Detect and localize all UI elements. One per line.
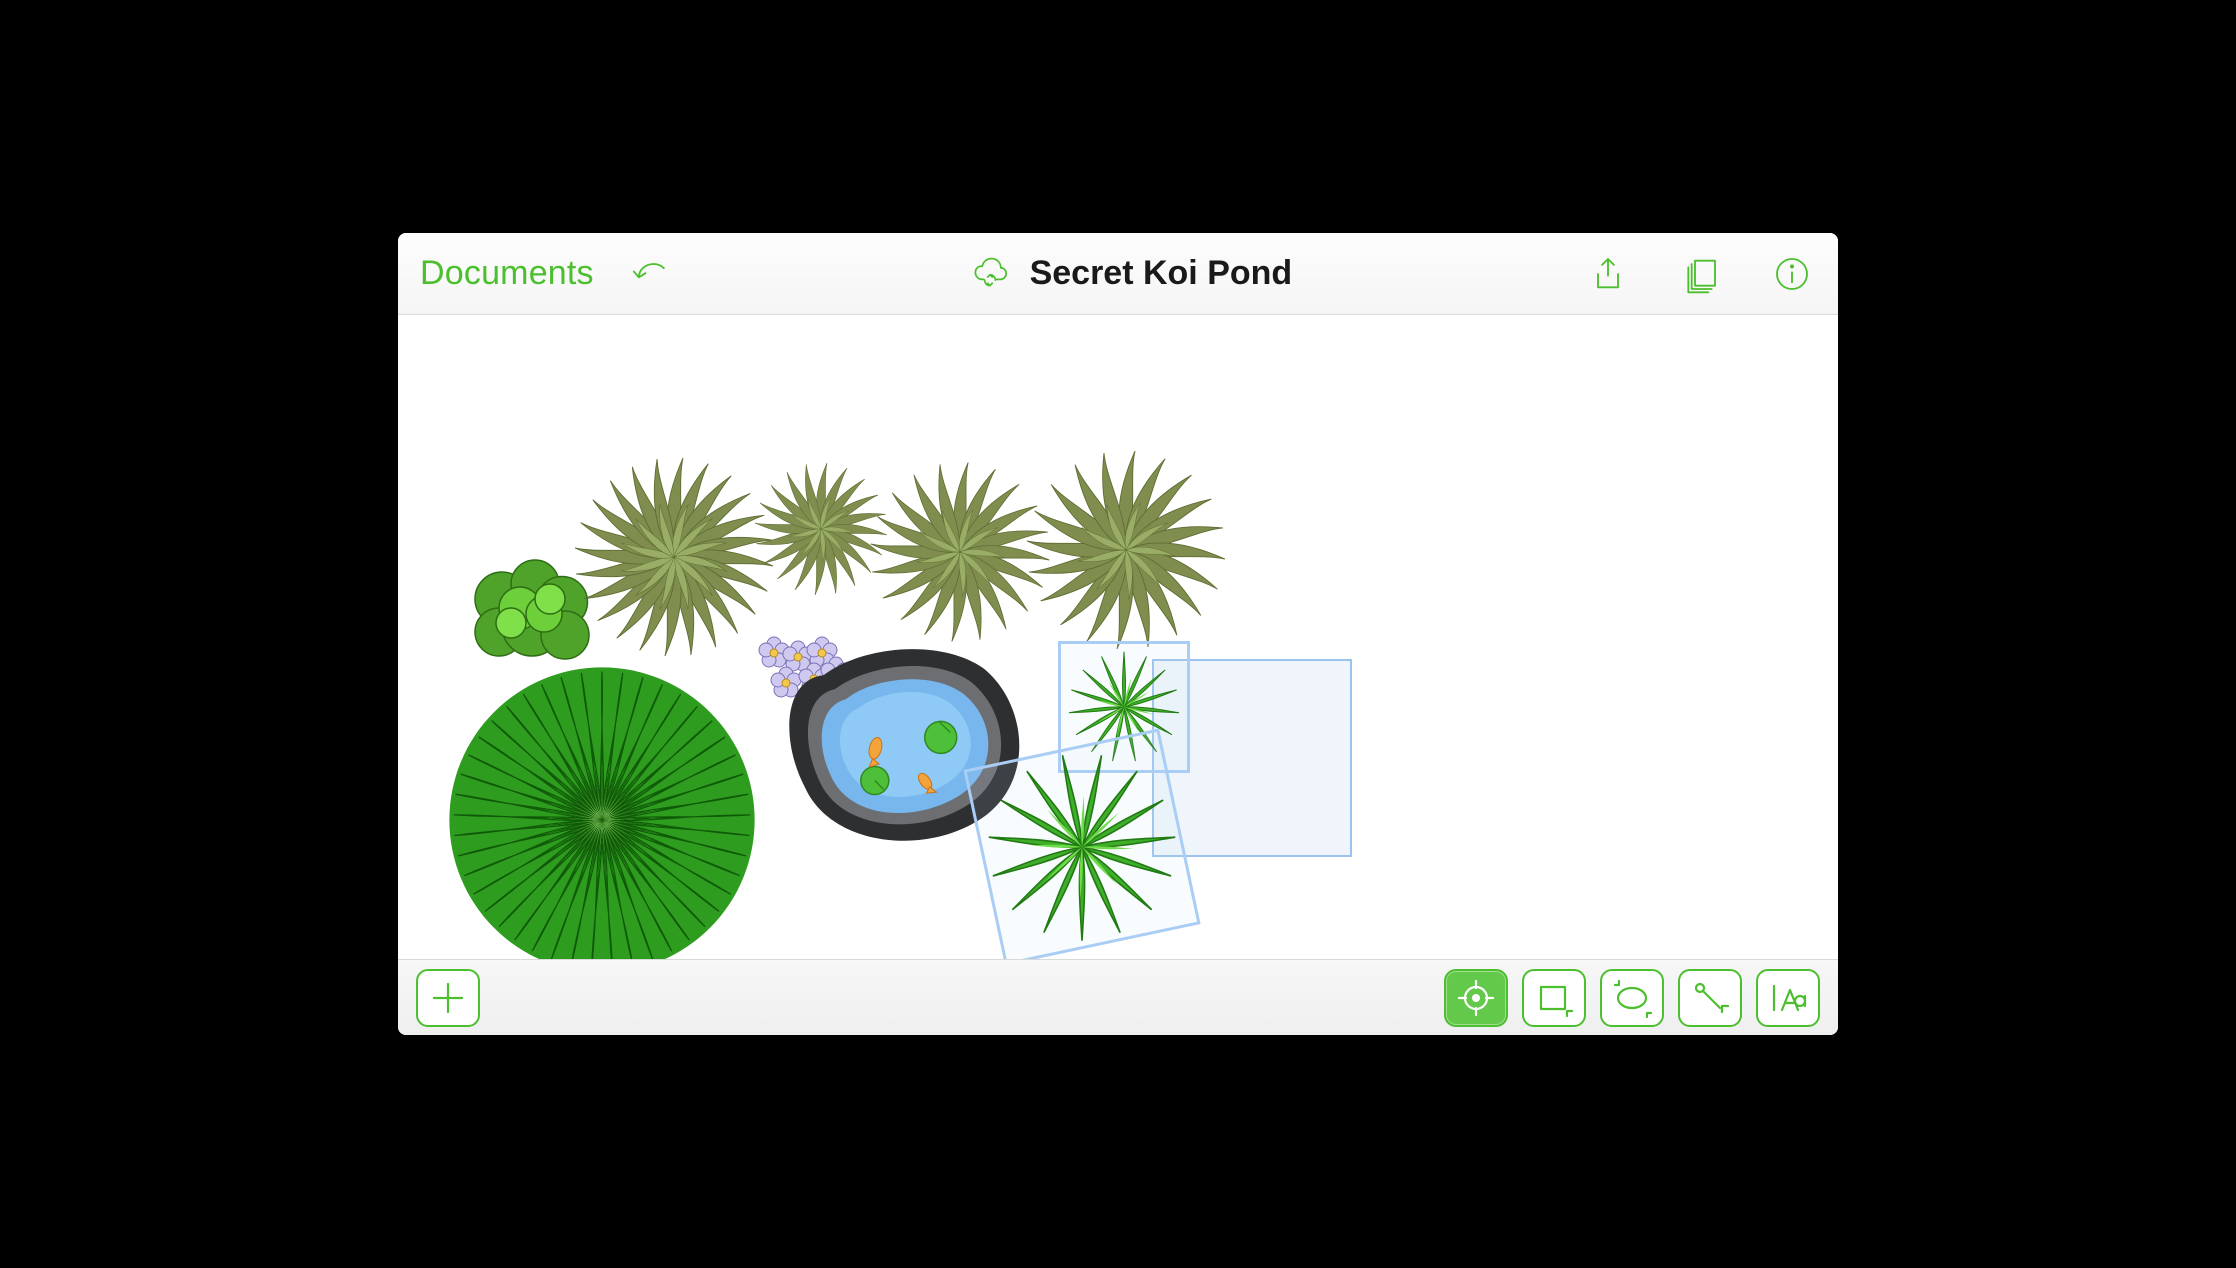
app-screen: Documents Secret Koi Pond	[398, 233, 1838, 1035]
rectangle-icon	[1534, 978, 1574, 1018]
line-icon	[1690, 978, 1730, 1018]
document-title[interactable]: Secret Koi Pond	[1030, 254, 1293, 293]
selection-tool[interactable]	[1444, 969, 1508, 1027]
undo-button[interactable]	[624, 250, 672, 298]
top-toolbar-right	[1584, 250, 1816, 298]
leafy-tree-4[interactable]	[1014, 445, 1238, 655]
info-button[interactable]	[1768, 250, 1816, 298]
ellipse-tool[interactable]	[1600, 969, 1664, 1027]
layers-stack-icon	[1680, 254, 1720, 294]
top-toolbar: Documents Secret Koi Pond	[398, 233, 1838, 315]
bottom-toolbar-left	[416, 969, 480, 1027]
add-button[interactable]	[416, 969, 480, 1027]
crosshair-icon	[1456, 978, 1496, 1018]
line-tool[interactable]	[1678, 969, 1742, 1027]
canvas[interactable]	[398, 315, 1838, 959]
device-frame: Documents Secret Koi Pond	[390, 225, 1846, 1043]
bottom-toolbar	[398, 959, 1838, 1035]
plus-icon	[428, 978, 468, 1018]
dense-bush[interactable]	[432, 655, 772, 959]
documents-button[interactable]: Documents	[420, 254, 594, 293]
bottom-toolbar-right	[1444, 969, 1820, 1027]
share-icon	[1588, 254, 1628, 294]
rectangle-tool[interactable]	[1522, 969, 1586, 1027]
cloud-sync-icon	[964, 248, 1016, 300]
top-toolbar-center: Secret Koi Pond	[698, 248, 1558, 300]
share-button[interactable]	[1584, 250, 1632, 298]
undo-icon	[628, 254, 668, 294]
selected-grass-large[interactable]	[963, 728, 1200, 959]
text-tool[interactable]	[1756, 969, 1820, 1027]
layers-button[interactable]	[1676, 250, 1724, 298]
text-icon	[1768, 978, 1808, 1018]
top-toolbar-left: Documents	[420, 250, 672, 298]
info-icon	[1772, 254, 1812, 294]
ellipse-icon	[1612, 978, 1652, 1018]
